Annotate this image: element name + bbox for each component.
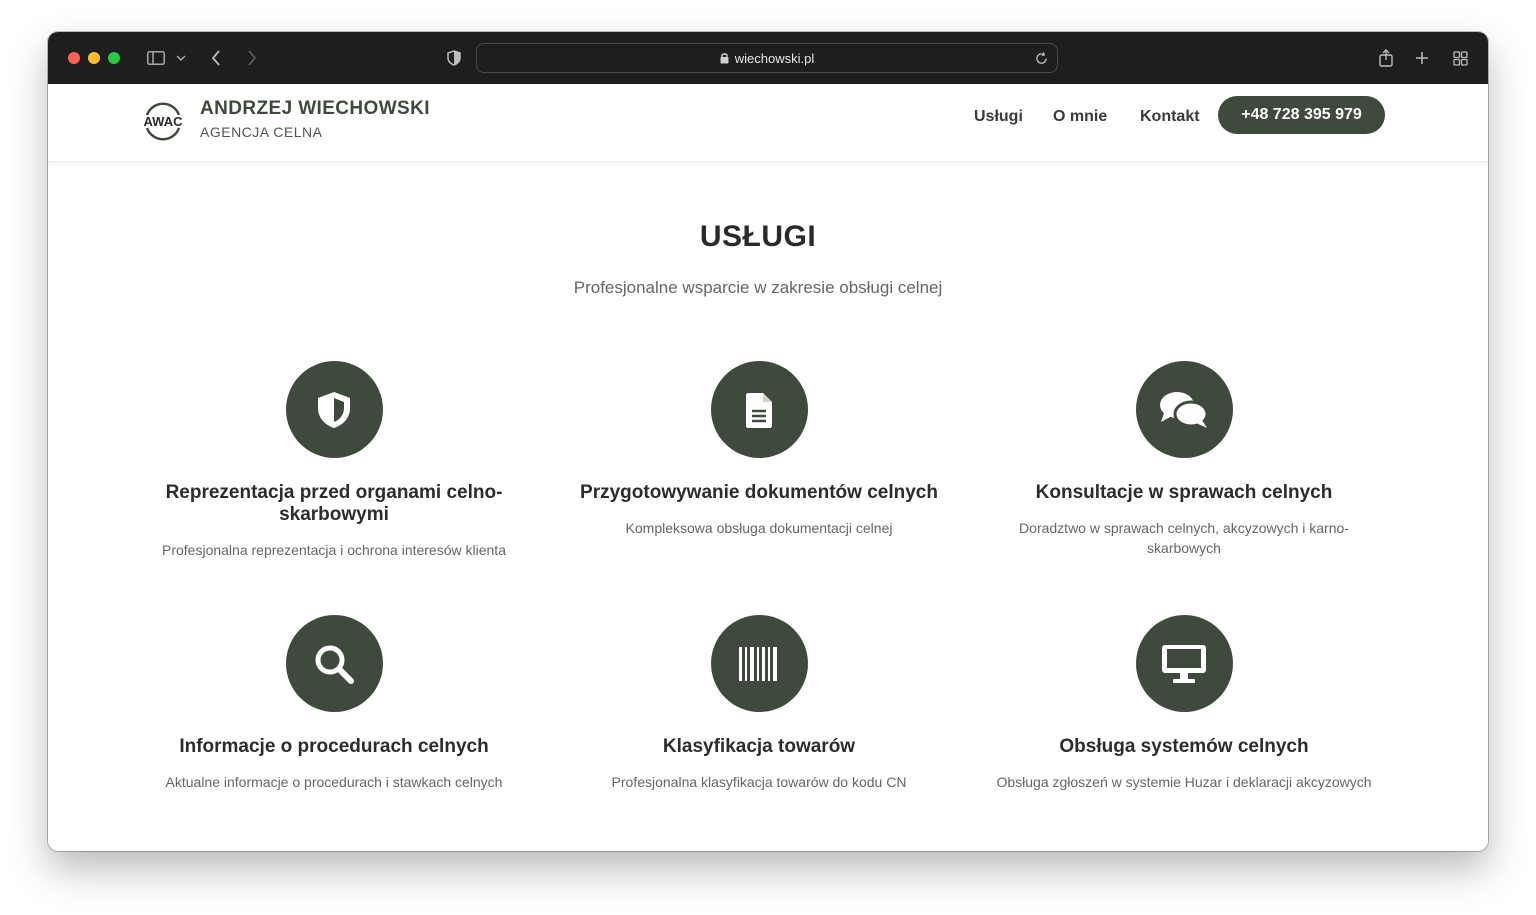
service-title: Klasyfikacja towarów: [662, 736, 856, 757]
reload-icon[interactable]: [1031, 48, 1051, 68]
chevron-down-icon[interactable]: [174, 47, 188, 69]
minimize-window-button[interactable]: [88, 52, 100, 64]
chat-icon: [1135, 361, 1233, 458]
service-card: Informacje o procedurach celnych Aktualn…: [129, 615, 539, 792]
nav-link-uslugi[interactable]: Usługi: [974, 108, 1023, 126]
lock-icon: [720, 52, 729, 64]
service-description: Profesjonalna klasyfikacja towarów do ko…: [611, 774, 907, 790]
page-title: USŁUGI: [699, 220, 817, 253]
monitor-icon: [1135, 615, 1233, 712]
url-text: wiechowski.pl: [734, 50, 815, 66]
plus-icon[interactable]: [1412, 47, 1432, 69]
service-description: Doradztwo w sprawach celnych, akcyzowych…: [1019, 520, 1349, 556]
logo[interactable]: AWAC: [140, 98, 186, 144]
close-window-button[interactable]: [68, 52, 80, 64]
document-icon: [710, 361, 808, 458]
back-arrow-icon[interactable]: [206, 47, 226, 69]
service-card: Reprezentacja przed organami celno-skarb…: [129, 361, 539, 560]
service-card: Obsługa systemów celnych Obsługa zgłosze…: [979, 615, 1389, 792]
nav-link-kontakt[interactable]: Kontakt: [1140, 108, 1200, 126]
service-description: Kompleksowa obsługa dokumentacji celnej: [625, 520, 893, 536]
service-card: Klasyfikacja towarów Profesjonalna klasy…: [554, 615, 964, 792]
address-bar[interactable]: wiechowski.pl: [476, 43, 1058, 73]
search-icon: [285, 615, 383, 712]
service-description: Aktualne informacje o procedurach i staw…: [165, 774, 503, 790]
brand-subtitle: AGENCJA CELNA: [200, 124, 323, 140]
brand-name[interactable]: ANDRZEJ WIECHOWSKI: [200, 98, 430, 120]
site-header: AWAC ANDRZEJ WIECHOWSKI AGENCJA CELNA Us…: [48, 84, 1488, 162]
forward-arrow-icon[interactable]: [242, 47, 262, 69]
service-description: Obsługa zgłoszeń w systemie Huzar i dekl…: [996, 774, 1372, 790]
phone-button[interactable]: +48 728 395 979: [1218, 96, 1385, 134]
service-description: Profesjonalna reprezentacja i ochrona in…: [162, 542, 506, 558]
privacy-shield-icon[interactable]: [444, 47, 464, 69]
nav-link-o-mnie[interactable]: O mnie: [1053, 108, 1107, 126]
service-card: Konsultacje w sprawach celnych Doradztwo…: [979, 361, 1389, 558]
browser-toolbar: wiechowski.pl: [48, 32, 1488, 84]
browser-window: wiechowski.pl AWAC ANDRZEJ WIECHOWSKI AG…: [48, 32, 1488, 851]
share-icon[interactable]: [1376, 47, 1396, 69]
page-subtitle: Profesjonalne wsparcie w zakresie obsług…: [573, 278, 943, 297]
service-title: Konsultacje w sprawach celnych: [1035, 482, 1333, 503]
logo-text: AWAC: [144, 114, 184, 129]
service-card: Przygotowywanie dokumentów celnych Kompl…: [554, 361, 964, 538]
sidebar-icon[interactable]: [146, 47, 166, 69]
service-title: Informacje o procedurach celnych: [179, 736, 489, 757]
zoom-window-button[interactable]: [108, 52, 120, 64]
service-title: Przygotowywanie dokumentów celnych: [580, 482, 938, 503]
service-title: Reprezentacja przed organami celno-skarb…: [165, 482, 503, 525]
barcode-icon: [710, 615, 808, 712]
tab-overview-icon[interactable]: [1450, 47, 1470, 69]
shield-icon: [285, 361, 383, 458]
service-title: Obsługa systemów celnych: [1059, 736, 1309, 757]
